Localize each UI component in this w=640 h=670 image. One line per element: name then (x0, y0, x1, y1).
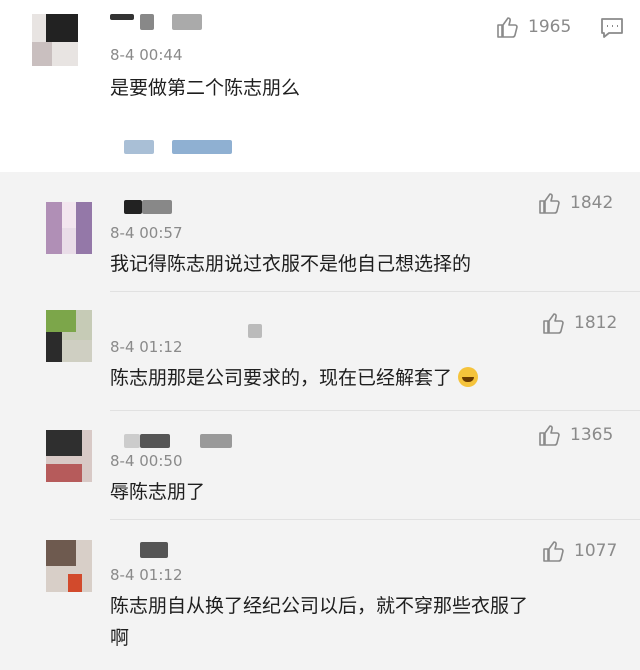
like-button[interactable]: 1077 (542, 540, 617, 562)
avatar[interactable] (32, 14, 78, 66)
like-button[interactable]: 1365 (538, 424, 613, 446)
comment-text: 辱陈志朋了 (110, 481, 206, 503)
comment-text: 陈志朋自从换了经纪公司以后，就不穿那些衣服了 啊 (110, 590, 528, 654)
like-button[interactable]: 1842 (538, 192, 613, 214)
comment-timestamp: 8-4 01:12 (110, 338, 183, 356)
avatar[interactable] (46, 540, 92, 592)
divider (110, 519, 640, 520)
avatar[interactable] (46, 202, 92, 254)
avatar[interactable] (46, 430, 92, 482)
like-count: 1965 (528, 17, 572, 37)
comment-timestamp: 8-4 01:12 (110, 566, 183, 584)
comment-text: 是要做第二个陈志朋么 (110, 77, 301, 99)
comment-timestamp: 8-4 00:50 (110, 452, 183, 470)
like-count: 1812 (574, 313, 618, 333)
divider (110, 291, 640, 292)
thumbs-up-icon (543, 313, 564, 334)
comment-item: 8-4 00:50 辱陈志朋了 1365 (0, 424, 640, 520)
divider (110, 410, 640, 411)
comment-item: 8-4 01:12 陈志朋自从换了经纪公司以后，就不穿那些衣服了 啊 1077 (0, 534, 640, 670)
comment-timestamp: 8-4 00:57 (110, 224, 183, 242)
comment-timestamp: 8-4 00:44 (110, 46, 183, 64)
comment-text-line: 陈志朋自从换了经纪公司以后，就不穿那些衣服了 (110, 595, 529, 617)
like-count: 1365 (570, 425, 614, 445)
comment-text: 我记得陈志朋说过衣服不是他自己想选择的 (110, 253, 472, 275)
comment-item: 8-4 00:57 我记得陈志朋说过衣服不是他自己想选择的 1842 (0, 190, 640, 292)
like-count: 1842 (570, 193, 614, 213)
top-comment-card: 8-4 00:44 是要做第二个陈志朋么 1965 (0, 0, 640, 172)
thumbs-up-icon (543, 541, 564, 562)
comment-icon[interactable] (600, 16, 624, 40)
comment-text: 陈志朋那是公司要求的，现在已经解套了 (110, 362, 479, 394)
avatar[interactable] (46, 310, 92, 362)
thumbs-up-icon (539, 193, 560, 214)
laughing-emoji-icon (458, 367, 479, 387)
thumbs-up-icon (539, 425, 560, 446)
like-button[interactable]: 1965 (496, 16, 571, 38)
comment-item: 8-4 01:12 陈志朋那是公司要求的，现在已经解套了 1812 (0, 306, 640, 418)
like-count: 1077 (574, 541, 618, 561)
thumbs-up-icon (497, 17, 518, 38)
like-button[interactable]: 1812 (542, 312, 617, 334)
comment-text-line: 啊 (110, 627, 130, 649)
